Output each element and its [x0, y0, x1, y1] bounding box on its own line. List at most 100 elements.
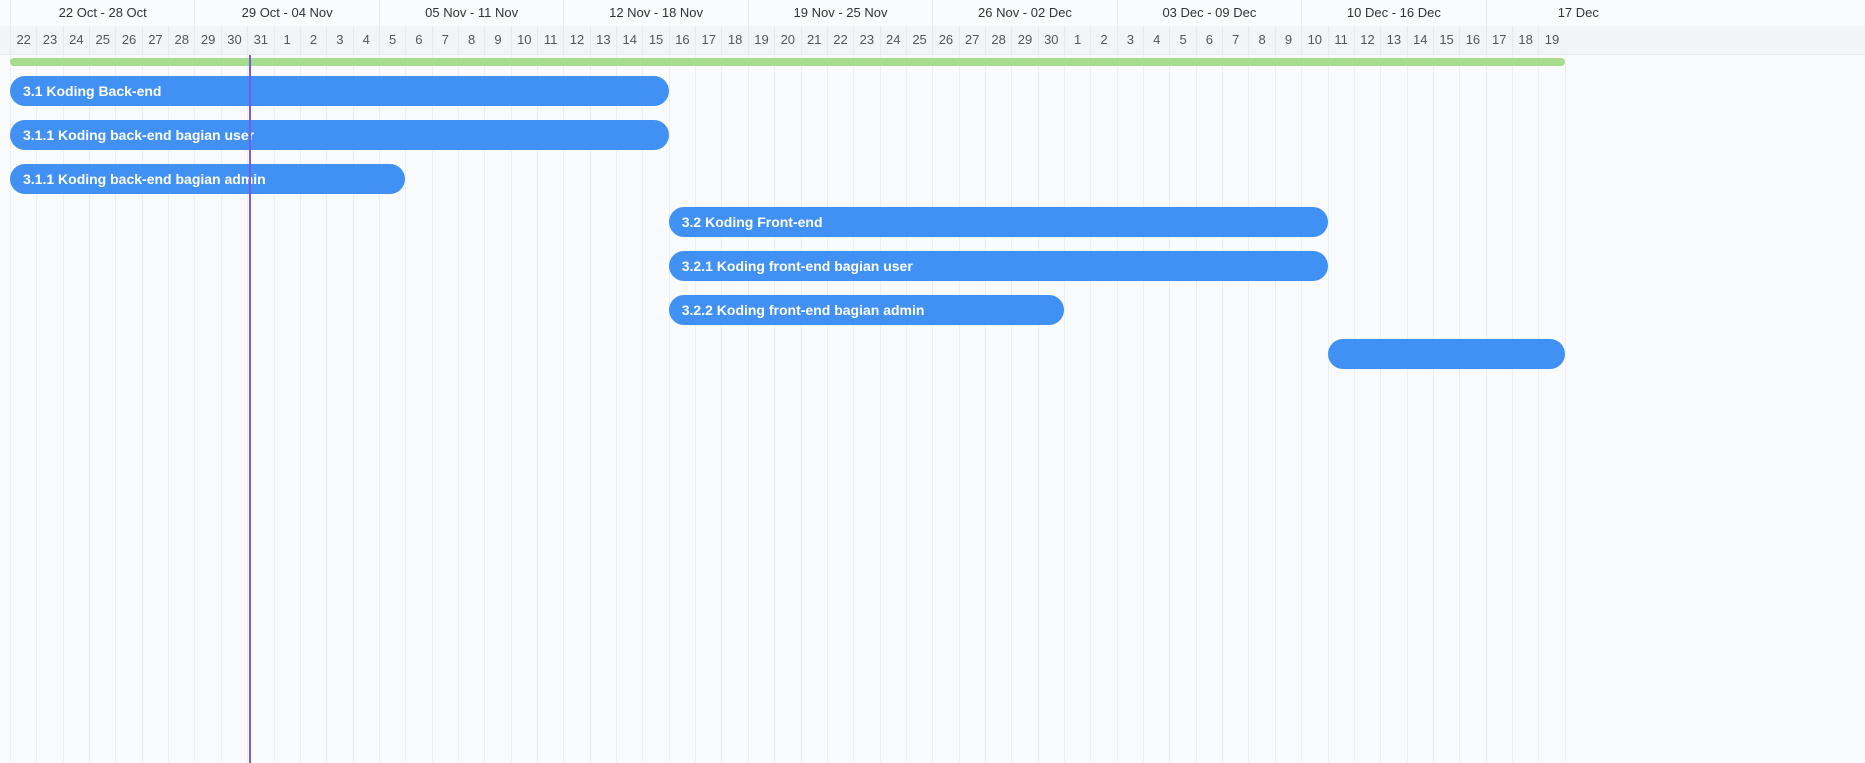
grid-line: [721, 55, 723, 763]
day-label: 19: [1538, 26, 1564, 54]
day-label: 29: [194, 26, 220, 54]
day-label: 4: [1143, 26, 1169, 54]
day-label: 13: [589, 26, 616, 54]
grid-line: [299, 55, 301, 763]
day-label: 16: [668, 26, 695, 54]
grid-line: [984, 55, 986, 763]
day-label: 6: [1195, 26, 1222, 54]
grid-line: [10, 55, 11, 763]
grid-line: [668, 55, 670, 763]
task-bar[interactable]: 3.1.1 Koding back-end bagian user: [10, 119, 669, 150]
day-label: 22: [10, 26, 36, 54]
day-label: 8: [1248, 26, 1274, 54]
day-label: 9: [1274, 26, 1301, 54]
day-label: 30: [220, 26, 247, 54]
task-bar[interactable]: 3.2 Koding Front-end: [668, 207, 1328, 238]
day-label: 19: [747, 26, 774, 54]
project-progress-bar[interactable]: [10, 58, 1565, 66]
day-label: 6: [405, 26, 431, 54]
day-label: 7: [1222, 26, 1248, 54]
grid-line: [1222, 55, 1224, 763]
day-label: 5: [1169, 26, 1195, 54]
grid-line: [537, 55, 538, 763]
grid-line: [431, 55, 433, 763]
gantt-body: 3.1 Koding Back-end 3.1.1 Koding back-end…: [0, 55, 1865, 763]
day-label: 18: [721, 26, 747, 54]
day-label: 23: [36, 26, 62, 54]
grid-line: [1248, 55, 1250, 763]
day-label: 22: [826, 26, 853, 54]
grid-line: [1090, 55, 1092, 763]
day-label: 20: [774, 26, 800, 54]
grid-line: [326, 55, 328, 763]
day-label: 13: [1380, 26, 1406, 54]
grid-line: [1169, 55, 1171, 763]
grid-line: [1037, 55, 1039, 763]
day-label: 27: [958, 26, 985, 54]
grid-line: [1116, 55, 1118, 763]
day-header: 22 23 24 25 26 27 28 29 30 31 1 2 3 4 5 6 7 8 9 10 11 12 13 14 1…: [0, 26, 1865, 55]
grid-line: [273, 55, 275, 763]
task-bar[interactable]: 3.2.2 Koding front-end bagian admin: [668, 295, 1064, 325]
task-bar[interactable]: 3.2.1 Koding front-end bagian user: [668, 251, 1328, 282]
grid-line: [563, 55, 565, 763]
day-label: 12: [563, 26, 589, 54]
day-label: 2: [1090, 26, 1116, 54]
day-label: 15: [642, 26, 668, 54]
gantt-chart: 22 Oct - 28 Oct 29 Oct - 04 Nov 05 Nov - 1…: [0, 0, 1865, 763]
grid-line: [932, 55, 934, 763]
grid-line: [1353, 55, 1355, 763]
grid-line: [168, 55, 170, 763]
day-label: 11: [1327, 26, 1354, 54]
day-label: 24: [62, 26, 89, 54]
day-label: 9: [484, 26, 510, 54]
day-label: 16: [1459, 26, 1485, 54]
day-label: 15: [1432, 26, 1459, 54]
grid-line: [616, 55, 618, 763]
grid-line: [826, 55, 828, 763]
week-label: 17 Dec: [1485, 0, 1670, 26]
grid-line: [220, 55, 222, 763]
grid-line: [510, 55, 512, 763]
task-bar[interactable]: 3.1 Koding Back-end: [10, 76, 669, 106]
week-label: 29 Oct - 04 Nov: [194, 0, 378, 26]
task-bar[interactable]: [1327, 338, 1565, 369]
day-label: 27: [141, 26, 168, 54]
grid-line: [905, 55, 907, 763]
grid-line: [1511, 55, 1513, 763]
day-label: 31: [247, 26, 273, 54]
grid-line: [958, 55, 960, 763]
week-label: 22 Oct - 28 Oct: [10, 0, 194, 26]
day-label: 3: [1116, 26, 1143, 54]
day-label: 28: [168, 26, 194, 54]
day-label: 26: [115, 26, 141, 54]
today-marker: [249, 55, 252, 763]
grid-line: [62, 55, 64, 763]
day-label: 11: [537, 26, 563, 54]
grid-line: [1327, 55, 1329, 763]
grid-line: [1564, 55, 1566, 763]
grid-line: [879, 55, 881, 763]
week-label: 12 Nov - 18 Nov: [563, 0, 747, 26]
day-label: 18: [1511, 26, 1538, 54]
grid-line: [1432, 55, 1434, 763]
day-label: 29: [1011, 26, 1037, 54]
day-label: 30: [1037, 26, 1064, 54]
grid-line: [484, 55, 486, 763]
day-label: 3: [326, 26, 352, 54]
day-label: 5: [378, 26, 405, 54]
day-label: 17: [695, 26, 721, 54]
grid-line: [642, 55, 644, 763]
grid-line: [1274, 55, 1276, 763]
grid-line: [1011, 55, 1013, 763]
day-label: 25: [89, 26, 115, 54]
grid-line: [89, 55, 91, 763]
task-bar[interactable]: 3.1.1 Koding back-end bagian admin: [10, 163, 406, 194]
day-label: 10: [510, 26, 537, 54]
grid-line: [247, 55, 249, 763]
grid-line: [774, 55, 776, 763]
day-label: 14: [616, 26, 642, 54]
grid-line: [378, 55, 380, 763]
grid-line: [36, 55, 38, 763]
week-header: 22 Oct - 28 Oct 29 Oct - 04 Nov 05 Nov - 1…: [0, 0, 1865, 27]
